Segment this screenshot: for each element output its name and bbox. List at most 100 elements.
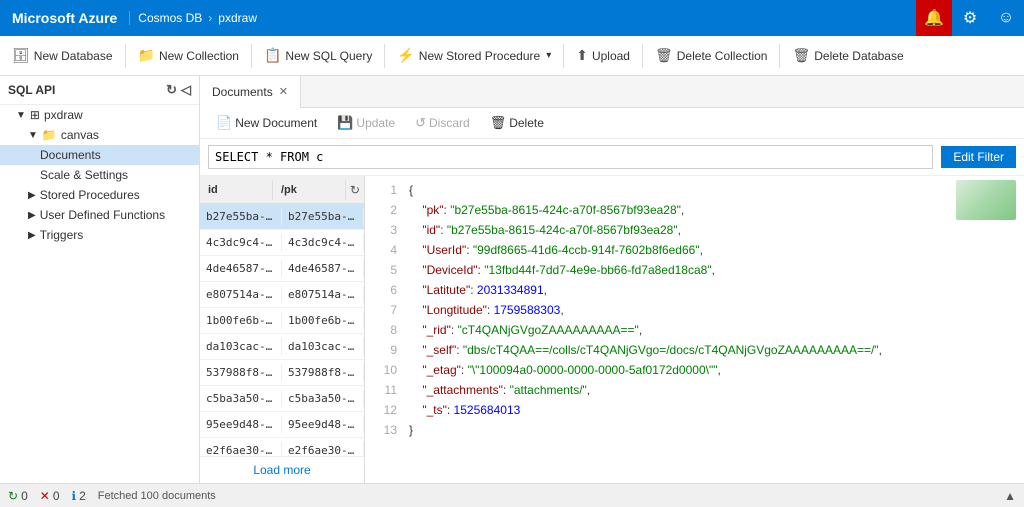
tab-documents-label: Documents <box>212 85 273 99</box>
gear-icon[interactable]: ⚙ <box>952 0 988 36</box>
table-row[interactable]: 95ee9d48-... 95ee9d48-... <box>200 412 364 438</box>
documents-label: Documents <box>40 148 191 162</box>
table-refresh-icon[interactable]: ↻ <box>346 179 364 201</box>
table-row[interactable]: 4c3dc9c4-d... 4c3dc9c4-d... <box>200 230 364 256</box>
delete-database-button[interactable]: 🗑 Delete Database <box>784 43 911 68</box>
brand-text: Microsoft Azure <box>12 10 117 26</box>
stored-proc-arrow: ▶ <box>28 190 36 201</box>
update-label: Update <box>356 116 395 130</box>
smiley-icon[interactable]: ☺ <box>988 0 1024 36</box>
delete-collection-icon: 🗑 <box>655 47 673 64</box>
row-pk: 4de46587-... <box>282 260 364 277</box>
row-pk: da103cac-7... <box>282 338 364 355</box>
triggers-arrow: ▶ <box>28 230 36 241</box>
table-row[interactable]: da103cac-7... da103cac-7... <box>200 334 364 360</box>
sidebar-collapse-icon[interactable]: ◁ <box>181 82 191 98</box>
col-pk: /pk <box>273 180 346 200</box>
toolbar-sep-1 <box>125 44 126 68</box>
row-pk: 4c3dc9c4-d... <box>282 234 364 251</box>
refresh-count: 0 <box>21 489 28 503</box>
table-row[interactable]: c5ba3a50-... c5ba3a50-4... <box>200 386 364 412</box>
status-bar: ↻ 0 ✕ 0 ℹ 2 Fetched 100 documents ▲ <box>0 483 1024 507</box>
breadcrumb-pxdraw: pxdraw <box>218 11 257 25</box>
toolbar-sep-3 <box>384 44 385 68</box>
tab-close-icon[interactable]: ✕ <box>279 85 288 98</box>
edit-filter-button[interactable]: Edit Filter <box>941 146 1016 168</box>
json-line-10: 10 "_etag": "\"100094a0-0000-0000-0000-5… <box>365 360 1024 380</box>
new-collection-label: New Collection <box>159 49 239 63</box>
status-info: ℹ 2 <box>72 489 86 503</box>
json-content: 1 { 2 "pk": "b27e55ba-8615-424c-a70f-856… <box>365 176 1024 483</box>
new-document-label: New Document <box>235 116 317 130</box>
pxdraw-label: pxdraw <box>44 108 191 122</box>
scale-settings-label: Scale & Settings <box>40 168 191 182</box>
table-row[interactable]: 4de46587-... 4de46587-... <box>200 256 364 282</box>
stored-procedures-label: Stored Procedures <box>40 188 191 202</box>
new-sql-query-button[interactable]: 📋 New SQL Query <box>256 43 380 68</box>
status-expand-icon[interactable]: ▲ <box>1004 489 1016 503</box>
sidebar-item-scale-settings[interactable]: Scale & Settings <box>0 165 199 185</box>
json-line-3: 3 "id": "b27e55ba-8615-424c-a70f-8567bf9… <box>365 220 1024 240</box>
new-database-icon: 🗄 <box>12 47 30 64</box>
json-thumbnail <box>956 180 1016 220</box>
query-input[interactable] <box>208 145 933 169</box>
sidebar-item-canvas[interactable]: ▼ 📁 canvas <box>0 125 199 145</box>
tab-bar: Documents ✕ <box>200 76 1024 108</box>
row-id: 4de46587-... <box>200 260 282 277</box>
json-line-7: 7 "Longtitude": 1759588303, <box>365 300 1024 320</box>
row-id: 4c3dc9c4-d... <box>200 234 282 251</box>
table-panel: id /pk ↻ b27e55ba-... b27e55ba-... 4c3dc… <box>200 176 365 483</box>
documents-tab[interactable]: Documents ✕ <box>200 76 301 108</box>
upload-label: Upload <box>592 49 630 63</box>
table-row[interactable]: 537988f8-c... 537988f8-c... <box>200 360 364 386</box>
delete-database-label: Delete Database <box>814 49 903 63</box>
sidebar-item-user-defined-functions[interactable]: ▶ User Defined Functions <box>0 205 199 225</box>
sidebar-item-stored-procedures[interactable]: ▶ Stored Procedures <box>0 185 199 205</box>
table-row[interactable]: e807514a-... e807514a-... <box>200 282 364 308</box>
sub-toolbar: 📄 New Document 💾 Update ↺ Discard 🗑 Dele… <box>200 108 1024 139</box>
load-more-link[interactable]: Load more <box>200 456 364 483</box>
new-database-button[interactable]: 🗄 New Database <box>4 43 121 68</box>
sidebar-title: SQL API <box>8 83 55 97</box>
delete-label: Delete <box>509 116 544 130</box>
triggers-label: Triggers <box>40 228 191 242</box>
update-icon: 💾 <box>337 115 353 131</box>
new-sql-label: New SQL Query <box>285 49 372 63</box>
sidebar-header-icons: ↻ ◁ <box>166 82 191 98</box>
main-layout: SQL API ↻ ◁ ▼ ⊞ pxdraw ▼ 📁 canvas Docume… <box>0 76 1024 483</box>
json-line-6: 6 "Latitute": 2031334891, <box>365 280 1024 300</box>
sidebar-refresh-icon[interactable]: ↻ <box>166 82 177 98</box>
new-collection-button[interactable]: 📁 New Collection <box>130 43 247 68</box>
sidebar-item-documents[interactable]: Documents <box>0 145 199 165</box>
delete-document-button[interactable]: 🗑 Delete <box>482 112 552 134</box>
json-line-2: 2 "pk": "b27e55ba-8615-424c-a70f-8567bf9… <box>365 200 1024 220</box>
delete-collection-label: Delete Collection <box>677 49 768 63</box>
status-message: Fetched 100 documents <box>98 490 216 502</box>
sidebar-header: SQL API ↻ ◁ <box>0 76 199 105</box>
table-row[interactable]: b27e55ba-... b27e55ba-... <box>200 204 364 230</box>
new-stored-procedure-button[interactable]: ⚡ New Stored Procedure ▾ <box>389 43 559 68</box>
row-id: 95ee9d48-... <box>200 416 282 433</box>
error-count: 0 <box>53 489 60 503</box>
sidebar-item-triggers[interactable]: ▶ Triggers <box>0 225 199 245</box>
table-row[interactable]: e2f6ae30-1... e2f6ae30-1... <box>200 438 364 456</box>
breadcrumb: Cosmos DB › pxdraw <box>129 11 265 25</box>
row-pk: 95ee9d48-... <box>282 416 364 433</box>
table-header: id /pk ↻ <box>200 176 364 204</box>
new-document-button[interactable]: 📄 New Document <box>208 112 325 134</box>
delete-collection-button[interactable]: 🗑 Delete Collection <box>647 43 776 68</box>
error-icon: ✕ <box>40 489 50 503</box>
content-area: Documents ✕ 📄 New Document 💾 Update ↺ Di… <box>200 76 1024 483</box>
delete-doc-icon: 🗑 <box>490 115 507 131</box>
sidebar-item-pxdraw[interactable]: ▼ ⊞ pxdraw <box>0 105 199 125</box>
col-id: id <box>200 180 273 200</box>
discard-button[interactable]: ↺ Discard <box>407 112 478 134</box>
table-row[interactable]: 1b00fe6b-... 1b00fe6b-b... <box>200 308 364 334</box>
discard-icon: ↺ <box>415 115 426 131</box>
query-bar: Edit Filter <box>200 139 1024 176</box>
breadcrumb-sep1: › <box>208 11 212 25</box>
top-bar-icons: 🔔 ⚙ ☺ <box>916 0 1024 36</box>
upload-button[interactable]: ⬆ Upload <box>568 43 638 68</box>
update-button[interactable]: 💾 Update <box>329 112 403 134</box>
bell-icon[interactable]: 🔔 <box>916 0 952 36</box>
